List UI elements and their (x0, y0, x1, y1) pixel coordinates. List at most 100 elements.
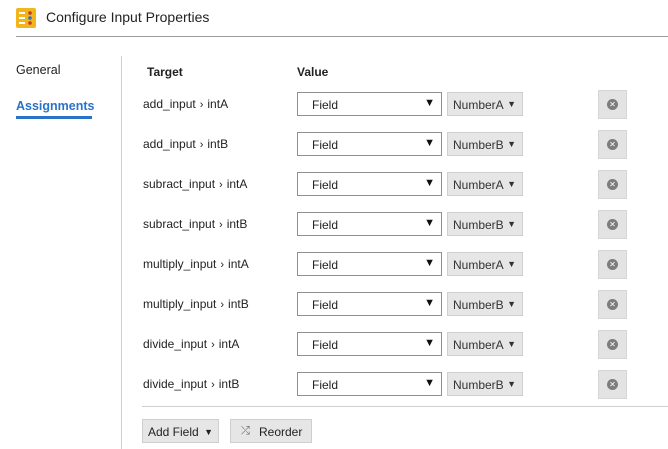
assignment-row: add_input › intB Field ▼ NumberB ▼ ✕ (0, 130, 668, 159)
value-field-text: NumberB (453, 298, 504, 312)
value-type-select[interactable]: Field ▼ (297, 252, 442, 276)
chevron-down-icon: ▼ (424, 177, 435, 189)
value-type-text: Field (312, 178, 339, 192)
value-field-text: NumberA (453, 98, 504, 112)
dialog-header: Configure Input Properties (0, 0, 668, 37)
path-separator: › (199, 139, 204, 151)
chevron-down-icon: ▼ (424, 337, 435, 349)
remove-circle-icon: ✕ (607, 179, 618, 190)
value-field-select[interactable]: NumberA ▼ (447, 92, 523, 116)
column-header-target: Target (147, 65, 183, 79)
path-separator: › (220, 299, 225, 311)
value-type-select[interactable]: Field ▼ (297, 92, 442, 116)
target-param-name: intA (228, 257, 249, 271)
header-divider (16, 36, 668, 37)
value-field-select[interactable]: NumberB ▼ (447, 132, 523, 156)
target-path: divide_input › intA (143, 337, 239, 351)
dialog-title: Configure Input Properties (46, 9, 210, 25)
assignment-row: subract_input › intB Field ▼ NumberB ▼ ✕ (0, 210, 668, 239)
value-field-select[interactable]: NumberB ▼ (447, 372, 523, 396)
path-separator: › (199, 99, 204, 111)
reorder-button[interactable]: ⤮ Reorder (230, 419, 312, 443)
remove-row-button[interactable]: ✕ (598, 210, 627, 239)
value-field-select[interactable]: NumberA ▼ (447, 252, 523, 276)
target-param-name: intB (228, 297, 249, 311)
assignment-row: add_input › intA Field ▼ NumberA ▼ ✕ (0, 90, 668, 119)
chevron-down-icon: ▼ (424, 97, 435, 109)
value-field-select[interactable]: NumberA ▼ (447, 332, 523, 356)
remove-row-button[interactable]: ✕ (598, 330, 627, 359)
remove-row-button[interactable]: ✕ (598, 290, 627, 319)
value-field-text: NumberB (453, 378, 504, 392)
value-type-select[interactable]: Field ▼ (297, 332, 442, 356)
value-type-select[interactable]: Field ▼ (297, 292, 442, 316)
target-param-name: intA (207, 97, 229, 111)
chevron-down-icon: ▼ (507, 379, 516, 389)
chevron-down-icon: ▼ (507, 99, 516, 109)
path-separator: › (220, 259, 225, 271)
value-type-select[interactable]: Field ▼ (297, 372, 442, 396)
value-field-select[interactable]: NumberA ▼ (447, 172, 523, 196)
remove-row-button[interactable]: ✕ (598, 250, 627, 279)
remove-circle-icon: ✕ (607, 99, 618, 110)
path-separator: › (211, 379, 215, 391)
add-field-label: Add Field (148, 425, 199, 439)
value-type-select[interactable]: Field ▼ (297, 212, 442, 236)
target-input-name: subract_input (143, 217, 216, 231)
target-input-name: divide_input (143, 337, 208, 351)
target-path: add_input › intB (143, 137, 228, 151)
remove-circle-icon: ✕ (607, 299, 618, 310)
value-type-text: Field (312, 378, 339, 392)
value-field-select[interactable]: NumberB ▼ (447, 212, 523, 236)
value-type-text: Field (312, 218, 339, 232)
target-input-name: add_input (143, 97, 196, 111)
column-header-value: Value (297, 65, 329, 79)
target-path: multiply_input › intB (143, 297, 249, 311)
path-separator: › (211, 339, 215, 351)
path-separator: › (219, 179, 223, 191)
value-field-text: NumberB (453, 218, 504, 232)
assignment-row: multiply_input › intA Field ▼ NumberA ▼ ✕ (0, 250, 668, 279)
configure-properties-icon (16, 8, 36, 28)
remove-row-button[interactable]: ✕ (598, 370, 627, 399)
chevron-down-icon: ▼ (424, 297, 435, 309)
value-type-select[interactable]: Field ▼ (297, 132, 442, 156)
assignment-row: multiply_input › intB Field ▼ NumberB ▼ ✕ (0, 290, 668, 319)
target-param-name: intA (226, 177, 248, 191)
assignment-row: divide_input › intA Field ▼ NumberA ▼ ✕ (0, 330, 668, 359)
remove-circle-icon: ✕ (607, 379, 618, 390)
target-path: subract_input › intB (143, 217, 247, 231)
remove-circle-icon: ✕ (607, 139, 618, 150)
value-field-select[interactable]: NumberB ▼ (447, 292, 523, 316)
chevron-down-icon: ▼ (507, 339, 516, 349)
value-type-text: Field (312, 258, 339, 272)
remove-row-button[interactable]: ✕ (598, 130, 627, 159)
chevron-down-icon: ▼ (507, 259, 516, 269)
target-path: subract_input › intA (143, 177, 247, 191)
remove-circle-icon: ✕ (607, 339, 618, 350)
reorder-label: Reorder (259, 425, 303, 439)
assignment-row: subract_input › intA Field ▼ NumberA ▼ ✕ (0, 170, 668, 199)
target-param-name: intB (218, 377, 240, 391)
nav-item-general[interactable]: General (16, 63, 60, 77)
value-field-text: NumberA (453, 178, 504, 192)
value-type-select[interactable]: Field ▼ (297, 172, 442, 196)
remove-row-button[interactable]: ✕ (598, 170, 627, 199)
chevron-down-icon: ▼ (204, 427, 213, 437)
chevron-down-icon: ▼ (507, 139, 516, 149)
chevron-down-icon: ▼ (507, 179, 516, 189)
remove-row-button[interactable]: ✕ (598, 90, 627, 119)
target-path: divide_input › intB (143, 377, 239, 391)
value-type-text: Field (312, 98, 339, 112)
target-input-name: subract_input (143, 177, 216, 191)
target-param-name: intA (218, 337, 240, 351)
assignment-row: divide_input › intB Field ▼ NumberB ▼ ✕ (0, 370, 668, 399)
path-separator: › (219, 219, 223, 231)
chevron-down-icon: ▼ (424, 217, 435, 229)
chevron-down-icon: ▼ (424, 137, 435, 149)
target-param-name: intB (226, 217, 248, 231)
value-field-text: NumberA (453, 258, 504, 272)
add-field-button[interactable]: Add Field ▼ (142, 419, 219, 443)
shuffle-icon: ⤮ (241, 425, 250, 437)
chevron-down-icon: ▼ (507, 219, 516, 229)
